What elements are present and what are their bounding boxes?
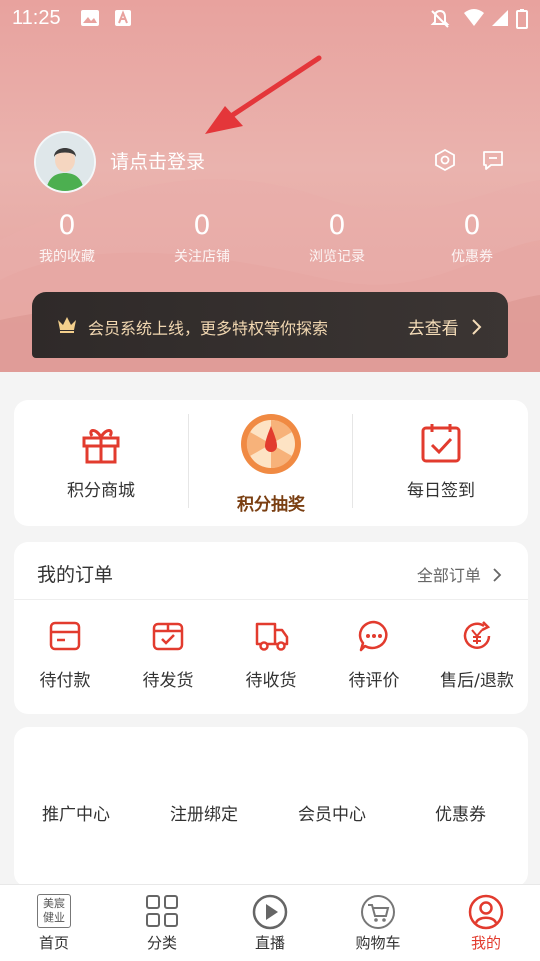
truck-icon	[255, 622, 289, 651]
vip-banner[interactable]: 会员系统上线，更多特权等你探索 去查看	[32, 292, 508, 358]
home-logo-icon: 美宸健业	[37, 894, 71, 928]
orders-title: 我的订单	[37, 564, 114, 586]
tab-live[interactable]: 直播	[216, 885, 324, 961]
status-time: 11:25	[12, 7, 61, 29]
tab-mine[interactable]: 我的	[432, 885, 540, 961]
services-card: 推广中心 注册绑定 会员中心 优惠券	[14, 727, 528, 887]
tab-label: 购物车	[355, 934, 401, 952]
image-notification-icon	[81, 10, 99, 26]
tab-label: 直播	[254, 934, 285, 952]
stat-history[interactable]: 0 浏览记录	[277, 210, 397, 266]
comment-icon	[358, 620, 388, 652]
settings-icon[interactable]	[433, 148, 457, 172]
service-member-center[interactable]: 会员中心	[298, 800, 366, 825]
stat-label: 优惠券	[451, 249, 493, 265]
vip-view-label: 去查看	[407, 319, 459, 339]
calendar-check-icon	[421, 424, 461, 463]
tab-label: 首页	[38, 934, 69, 952]
box-icon	[152, 622, 184, 651]
all-orders-label: 全部订单	[416, 566, 481, 585]
profile-header: 11:25 请点击登录 0 我的收藏 0 关注店铺 0 浏览记录 0 优惠券 会…	[0, 0, 540, 372]
chevron-right-icon	[493, 568, 502, 582]
notifications-off-icon	[430, 9, 450, 28]
wifi-icon	[464, 9, 484, 26]
stat-value: 0	[463, 210, 481, 241]
grid-icon	[146, 895, 178, 927]
stat-coupons[interactable]: 0 优惠券	[412, 210, 532, 266]
points-features-card: 积分商城 积分抽奖 每日签到	[14, 400, 528, 526]
feature-label: 积分抽奖	[237, 495, 305, 515]
stat-value: 0	[58, 210, 76, 241]
login-prompt[interactable]: 请点击登录	[110, 147, 205, 174]
order-status-label: 售后/退款	[440, 671, 514, 691]
vip-banner-text: 会员系统上线，更多特权等你探索	[88, 319, 329, 338]
all-orders-link[interactable]: 全部订单	[417, 562, 502, 586]
divider	[14, 599, 528, 600]
profile-icon	[468, 894, 504, 930]
tab-label: 我的	[470, 934, 501, 952]
lottery-wheel-icon	[241, 414, 301, 474]
battery-icon	[516, 9, 528, 29]
tab-category[interactable]: 分类	[108, 885, 216, 961]
stat-favorites[interactable]: 0 我的收藏	[7, 210, 127, 266]
tab-cart[interactable]: 购物车	[324, 885, 432, 961]
cart-icon	[361, 895, 395, 929]
status-bar: 11:25	[0, 0, 540, 36]
bottom-tab-bar: 美宸健业 首页 分类 直播 购物车 我的	[0, 884, 540, 961]
feature-label: 每日签到	[407, 481, 475, 501]
service-register-bind[interactable]: 注册绑定	[170, 800, 238, 825]
divider	[352, 414, 353, 508]
message-icon[interactable]	[481, 148, 505, 172]
stat-label: 浏览记录	[309, 249, 365, 265]
avatar[interactable]	[34, 131, 96, 193]
play-icon	[252, 894, 288, 930]
wallet-icon	[49, 621, 81, 651]
points-mall-button[interactable]: 积分商城	[16, 400, 186, 526]
chevron-right-icon	[472, 319, 482, 335]
daily-checkin-button[interactable]: 每日签到	[356, 400, 526, 526]
feature-label: 积分商城	[67, 481, 135, 501]
points-lottery-button[interactable]: 积分抽奖	[186, 400, 356, 526]
stat-value: 0	[328, 210, 346, 241]
stat-label: 我的收藏	[39, 249, 95, 265]
tab-label: 分类	[146, 934, 177, 952]
service-coupons[interactable]: 优惠券	[435, 800, 486, 825]
refund-icon	[463, 621, 491, 649]
crown-icon	[58, 317, 76, 333]
annotation-arrow	[205, 55, 322, 134]
stat-followed-shops[interactable]: 0 关注店铺	[142, 210, 262, 266]
default-avatar-icon	[36, 133, 94, 191]
my-orders-card: 我的订单 全部订单 待付款 待发货 待收货 待评价 售后/退款	[14, 542, 528, 714]
gift-icon	[82, 429, 120, 464]
vip-view-link[interactable]: 去查看	[408, 314, 482, 339]
stat-label: 关注店铺	[174, 249, 230, 265]
tab-home[interactable]: 美宸健业 首页	[0, 885, 108, 961]
stat-value: 0	[193, 210, 211, 241]
service-promotion-center[interactable]: 推广中心	[42, 800, 110, 825]
app-notification-icon	[115, 10, 131, 26]
signal-icon	[492, 10, 508, 26]
